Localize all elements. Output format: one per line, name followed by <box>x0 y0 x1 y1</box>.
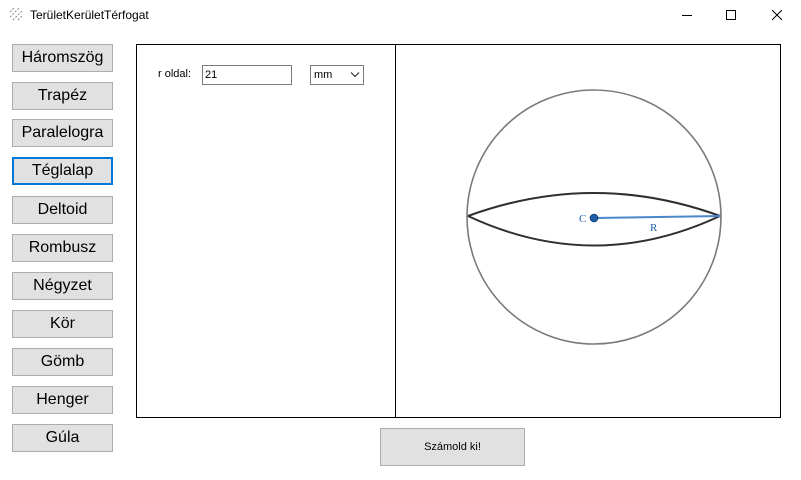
calculate-button[interactable]: Számold ki! <box>380 428 525 466</box>
minimize-button[interactable] <box>664 0 710 30</box>
unit-select-value: mm <box>314 69 333 81</box>
title-bar: TerületKerületTérfogat <box>0 0 801 30</box>
main-panel: r oldal: mm C R <box>136 44 781 418</box>
sphere-figure: C R <box>466 89 722 345</box>
maximize-icon <box>726 10 736 20</box>
shape-button-rombusz[interactable]: Rombusz <box>12 234 113 262</box>
close-button[interactable] <box>754 0 800 30</box>
chevron-down-icon <box>350 72 360 78</box>
maximize-button[interactable] <box>708 0 754 30</box>
radius-label: R <box>650 222 658 234</box>
close-icon <box>772 10 782 20</box>
shape-button-trapez[interactable]: Trapéz <box>12 82 113 110</box>
center-label: C <box>579 213 586 225</box>
shape-button-paralelogramma[interactable]: Paralelogra <box>12 119 113 147</box>
minimize-icon <box>682 15 692 16</box>
shape-button-henger[interactable]: Henger <box>12 386 113 414</box>
shape-button-negyzet[interactable]: Négyzet <box>12 272 113 300</box>
shape-button-teglalap[interactable]: Téglalap <box>12 157 113 185</box>
r-side-label: r oldal: <box>158 68 192 80</box>
shape-button-deltoid[interactable]: Deltoid <box>12 196 113 224</box>
shape-button-kor[interactable]: Kör <box>12 310 113 338</box>
window-title: TerületKerületTérfogat <box>30 8 149 22</box>
center-point <box>589 213 599 223</box>
sphere-equator-upper <box>467 192 721 217</box>
r-side-input[interactable] <box>202 65 292 85</box>
radius-line <box>593 215 721 219</box>
shape-button-gomb[interactable]: Gömb <box>12 348 113 376</box>
shape-button-haromszog[interactable]: Háromszög <box>12 44 113 72</box>
unit-select[interactable]: mm <box>310 65 364 85</box>
shape-button-gula[interactable]: Gúla <box>12 424 113 452</box>
app-icon <box>9 7 23 21</box>
